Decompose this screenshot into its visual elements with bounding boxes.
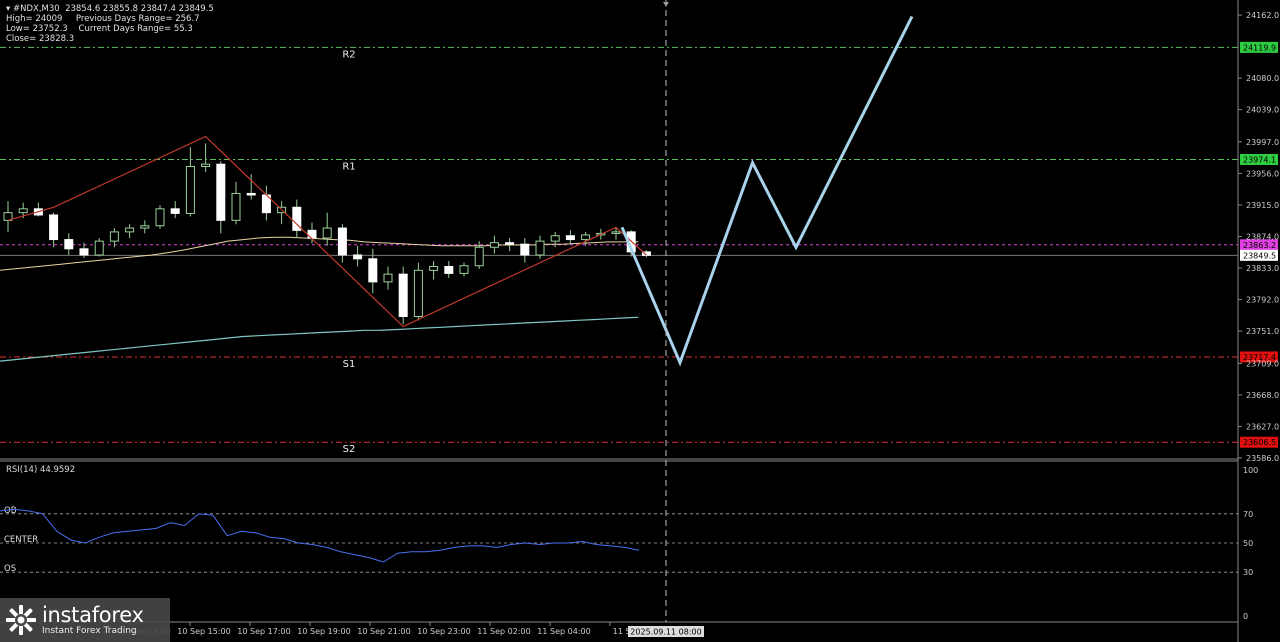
candle-body xyxy=(474,246,484,267)
candle-body xyxy=(444,265,454,274)
level-name-label: S2 xyxy=(343,444,356,455)
price-tick-label: 23627.0 xyxy=(1246,422,1279,431)
instaforex-logo: instaforex Instant Forex Trading xyxy=(0,598,170,642)
price-tick-label: 23709.0 xyxy=(1246,359,1279,368)
cursor-time-label: 2025.09.11 08:00 xyxy=(630,628,701,637)
price-tick-label: 23792.0 xyxy=(1246,296,1279,305)
price-tick-label: 24162.0 xyxy=(1246,11,1279,20)
candle-body xyxy=(505,242,515,245)
candle-body xyxy=(18,208,28,214)
candle-body xyxy=(94,240,104,256)
candle-body xyxy=(368,258,378,283)
candle-body xyxy=(611,231,621,234)
candle-body xyxy=(109,231,119,242)
candle-body xyxy=(383,273,393,283)
price-tick-label: 23833.0 xyxy=(1246,264,1279,273)
rsi-tick-label: 30 xyxy=(1243,568,1253,577)
symbol-name: #NDX,M30 xyxy=(12,4,60,14)
price-tick-label: 23668.0 xyxy=(1246,391,1279,400)
candle-body xyxy=(185,166,195,214)
candle-body xyxy=(125,227,135,233)
curr-range: Current Days Range= 55.3 xyxy=(78,24,193,34)
rsi-tick-label: 50 xyxy=(1243,539,1253,548)
price-tick-label: 23956.0 xyxy=(1246,169,1279,178)
rsi-level-name: CENTER xyxy=(4,535,38,545)
price-tick-label: 23751.0 xyxy=(1246,327,1279,336)
rsi-level-name: OS xyxy=(4,564,16,574)
time-tick-label: 10 Sep 21:00 xyxy=(357,627,410,636)
rsi-tick-label: 0 xyxy=(1243,612,1248,621)
price-tick-label: 23586.0 xyxy=(1246,454,1279,463)
candle-body xyxy=(337,227,347,256)
level-price-label: 23849.5 xyxy=(1243,251,1276,260)
candle-body xyxy=(413,269,423,317)
level-name-label: R2 xyxy=(342,49,355,60)
chart-background xyxy=(0,0,1280,642)
candle-body xyxy=(535,240,545,256)
level-price-label: 23606.5 xyxy=(1243,438,1276,447)
price-tick-label: 23997.0 xyxy=(1246,138,1279,147)
time-tick-label: 10 Sep 15:00 xyxy=(177,627,230,636)
logo-tagline: Instant Forex Trading xyxy=(42,625,137,636)
candle-body xyxy=(155,208,165,227)
prev-range: Previous Days Range= 256.7 xyxy=(75,14,200,24)
candle-body xyxy=(170,208,180,214)
dropdown-triangle-icon[interactable]: ▾ xyxy=(6,4,13,14)
price-tick-label: 23915.0 xyxy=(1246,201,1279,210)
candle-body xyxy=(140,225,150,229)
candle-body xyxy=(429,265,439,271)
time-tick-label: 10 Sep 23:00 xyxy=(417,627,470,636)
chart-canvas[interactable]: 24119.9R223974.1R123863.223849.523717.4S… xyxy=(0,0,1280,642)
level-price-label: 24119.9 xyxy=(1243,43,1276,52)
rsi-tick-label: 100 xyxy=(1243,466,1258,475)
candle-body xyxy=(216,163,226,221)
rsi-tick-label: 70 xyxy=(1243,510,1253,519)
level-price-label: 23974.1 xyxy=(1243,156,1276,165)
time-tick-label: 11 Sep 02:00 xyxy=(477,627,530,636)
instaforex-logo-icon xyxy=(6,605,36,635)
high-value: High= 24009 xyxy=(6,14,63,24)
candle-body xyxy=(246,192,256,196)
price-tick-label: 24080.0 xyxy=(1246,74,1279,83)
candle-body xyxy=(520,243,530,256)
logo-brand: instaforex xyxy=(42,602,144,627)
time-tick-label: 10 Sep 17:00 xyxy=(237,627,290,636)
symbol-info: ▾ #NDX,M30 23854.6 23855.8 23847.4 23849… xyxy=(6,4,214,44)
level-name-label: S1 xyxy=(343,359,356,370)
candle-body xyxy=(489,242,499,248)
candle-body xyxy=(398,273,408,317)
candle-body xyxy=(201,163,211,168)
close-value: Close= 23828.3 xyxy=(6,34,75,44)
candle-body xyxy=(64,239,74,250)
level-price-label: 23863.2 xyxy=(1243,241,1276,250)
rsi-label: RSI(14) 44.9592 xyxy=(6,465,75,475)
rsi-level-name: OB xyxy=(4,506,17,516)
price-tick-label: 23874.0 xyxy=(1246,232,1279,241)
candle-body xyxy=(581,234,591,241)
candle-body xyxy=(565,235,575,241)
low-value: Low= 23752.3 xyxy=(6,24,68,34)
candle-body xyxy=(322,227,332,239)
ohlc-values: 23854.6 23855.8 23847.4 23849.5 xyxy=(65,4,214,14)
candle-body xyxy=(550,235,560,242)
candle-body xyxy=(231,192,241,221)
level-name-label: R1 xyxy=(342,162,355,173)
candle-body xyxy=(49,214,59,241)
candle-body xyxy=(459,265,469,274)
candle-body xyxy=(353,254,363,260)
time-tick-label: 10 Sep 19:00 xyxy=(297,627,350,636)
price-tick-label: 24039.0 xyxy=(1246,106,1279,115)
time-tick-label: 11 Sep 04:00 xyxy=(537,627,590,636)
candle-body xyxy=(79,248,89,256)
